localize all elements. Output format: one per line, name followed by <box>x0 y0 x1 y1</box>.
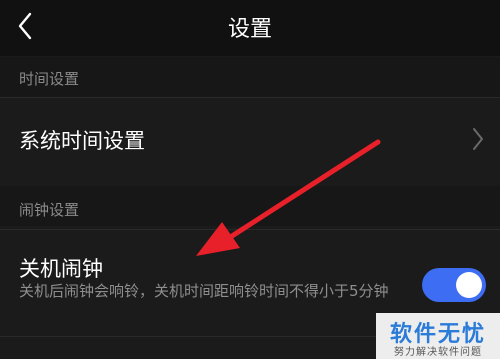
section-header-alarm: 闹钟设置 <box>0 186 500 226</box>
row-title: 关机闹钟 <box>19 257 103 281</box>
app-header: 设置 <box>0 0 500 56</box>
row-description: 关机后闹钟会响铃，关机时间距响铃时间不得小于5分钟 <box>19 282 389 300</box>
watermark-subtitle: 努力解决软件问题 <box>394 347 482 358</box>
section-header-time: 时间设置 <box>0 57 500 97</box>
watermark: 软件无忧 努力解决软件问题 <box>376 313 500 359</box>
system-time-settings-row[interactable]: 系统时间设置 <box>0 98 500 180</box>
chevron-right-icon <box>473 128 483 150</box>
watermark-logo: 软件无忧 <box>389 322 486 347</box>
row-title: 系统时间设置 <box>19 129 145 153</box>
toggle-knob <box>456 272 482 298</box>
page-title: 设置 <box>227 17 272 42</box>
power-off-alarm-toggle[interactable] <box>422 268 486 302</box>
